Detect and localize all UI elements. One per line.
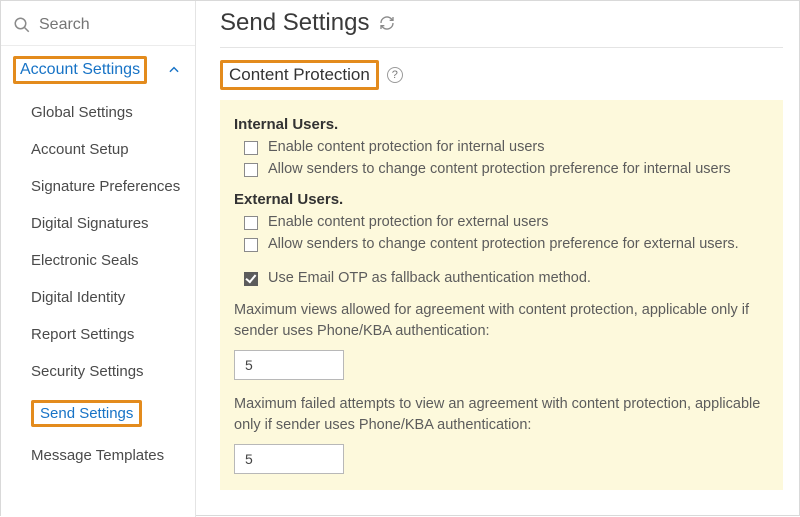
- sidebar-item-label: Digital Signatures: [31, 215, 149, 232]
- page-title-row: Send Settings: [220, 1, 783, 48]
- checkbox-allow-internal[interactable]: Allow senders to change content protecti…: [244, 161, 769, 177]
- sidebar-item-digital-signatures[interactable]: Digital Signatures: [1, 205, 195, 242]
- checkbox-label: Allow senders to change content protecti…: [268, 236, 739, 252]
- max-failed-input[interactable]: [234, 444, 344, 474]
- checkbox-icon: [244, 163, 258, 177]
- sidebar-item-message-templates[interactable]: Message Templates: [1, 437, 195, 474]
- sidebar-item-electronic-seals[interactable]: Electronic Seals: [1, 242, 195, 279]
- page-title: Send Settings: [220, 9, 369, 37]
- search-icon: [13, 16, 31, 34]
- nav-group-account-settings[interactable]: Account Settings: [1, 46, 195, 94]
- checkbox-icon: [244, 238, 258, 252]
- sidebar-item-label: Global Settings: [31, 104, 133, 121]
- checkbox-label: Allow senders to change content protecti…: [268, 161, 731, 177]
- sidebar-item-send-settings[interactable]: Send Settings: [1, 390, 195, 437]
- section-title: Content Protection: [220, 60, 379, 90]
- checkbox-icon: [244, 216, 258, 230]
- checkbox-allow-external[interactable]: Allow senders to change content protecti…: [244, 236, 769, 252]
- help-icon[interactable]: ?: [387, 67, 403, 83]
- checkbox-label: Enable content protection for external u…: [268, 214, 549, 230]
- internal-users-heading: Internal Users.: [234, 116, 769, 133]
- checkbox-enable-external[interactable]: Enable content protection for external u…: [244, 214, 769, 230]
- sidebar-item-label: Digital Identity: [31, 289, 125, 306]
- sidebar-item-report-settings[interactable]: Report Settings: [1, 316, 195, 353]
- search-input[interactable]: [31, 15, 151, 35]
- nav-group-label: Account Settings: [13, 56, 147, 84]
- max-failed-label: Maximum failed attempts to view an agree…: [234, 394, 769, 436]
- sidebar-item-label: Message Templates: [31, 447, 164, 464]
- checkbox-email-otp[interactable]: Use Email OTP as fallback authentication…: [244, 270, 769, 286]
- sidebar-item-label: Report Settings: [31, 326, 134, 343]
- chevron-up-icon: [167, 63, 181, 77]
- external-users-heading: External Users.: [234, 191, 769, 208]
- checkbox-icon: [244, 272, 258, 286]
- search-box[interactable]: [1, 7, 195, 46]
- sidebar-item-label: Send Settings: [31, 400, 142, 427]
- sidebar-item-signature-preferences[interactable]: Signature Preferences: [1, 168, 195, 205]
- sidebar-item-digital-identity[interactable]: Digital Identity: [1, 279, 195, 316]
- refresh-icon[interactable]: [379, 15, 395, 31]
- checkbox-label: Enable content protection for internal u…: [268, 139, 544, 155]
- sidebar-item-security-settings[interactable]: Security Settings: [1, 353, 195, 390]
- section-header: Content Protection ?: [220, 48, 783, 100]
- sidebar-item-label: Signature Preferences: [31, 178, 180, 195]
- max-views-label: Maximum views allowed for agreement with…: [234, 300, 769, 342]
- checkbox-icon: [244, 141, 258, 155]
- checkbox-label: Use Email OTP as fallback authentication…: [268, 270, 591, 286]
- sidebar-item-global-settings[interactable]: Global Settings: [1, 94, 195, 131]
- sidebar-item-label: Account Setup: [31, 141, 129, 158]
- max-views-input[interactable]: [234, 350, 344, 380]
- sidebar-item-account-setup[interactable]: Account Setup: [1, 131, 195, 168]
- sidebar: Account Settings Global Settings Account…: [1, 1, 196, 517]
- content-protection-panel: Internal Users. Enable content protectio…: [220, 100, 783, 490]
- sidebar-item-label: Security Settings: [31, 363, 144, 380]
- main-content: Send Settings Content Protection ? Inter…: [196, 1, 800, 517]
- checkbox-enable-internal[interactable]: Enable content protection for internal u…: [244, 139, 769, 155]
- sidebar-item-label: Electronic Seals: [31, 252, 139, 269]
